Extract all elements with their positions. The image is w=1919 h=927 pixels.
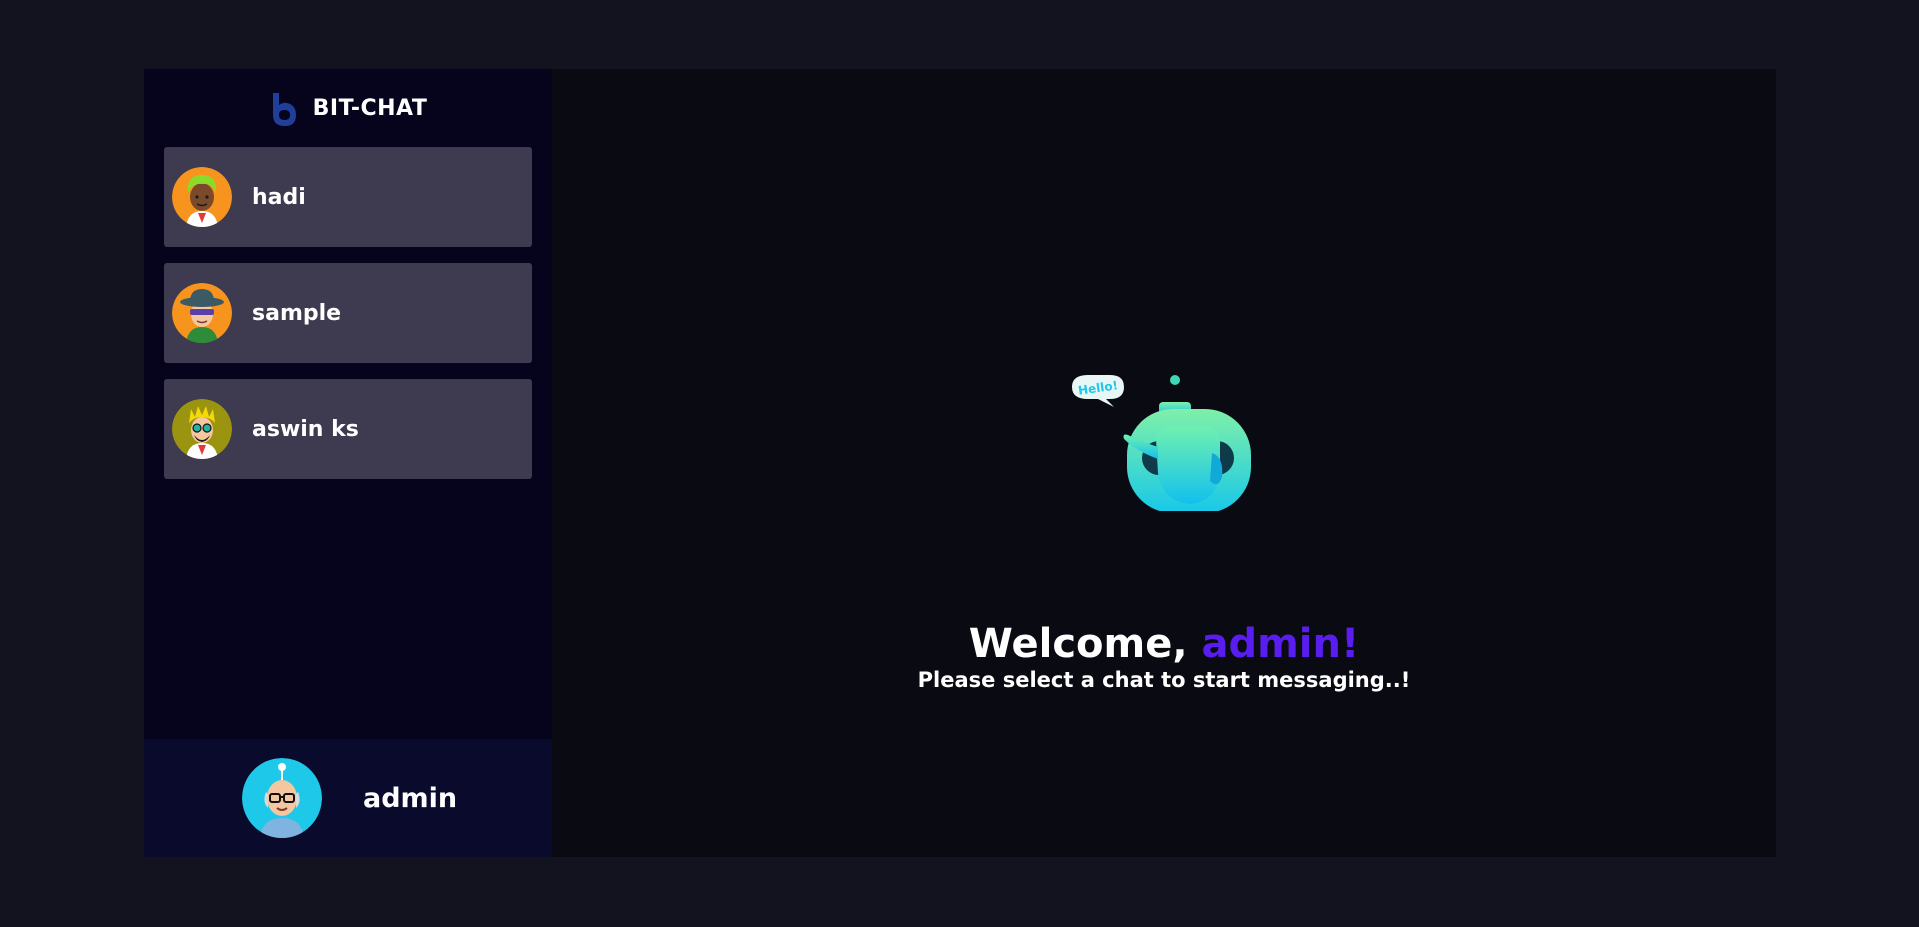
welcome-message: Welcome, admin! Please select a chat to … — [552, 622, 1776, 692]
avatar-bald-glasses-icon — [242, 758, 322, 838]
chat-item-name: hadi — [252, 184, 306, 210]
chat-item-sample[interactable]: sample — [164, 263, 532, 363]
welcome-subtitle: Please select a chat to start messaging.… — [917, 668, 1411, 692]
brand-name: BIT-CHAT — [312, 95, 428, 121]
sidebar: BIT-CHAT hadi sample aswin ks admin — [144, 69, 552, 857]
robot-body-layer: Hello! — [1042, 301, 1262, 511]
chat-item-name: sample — [252, 300, 342, 326]
chat-list: hadi sample aswin ks — [144, 147, 552, 479]
current-user-name: admin — [363, 782, 458, 814]
avatar-hat-sunglasses-icon — [172, 283, 232, 343]
current-user-panel[interactable]: admin — [144, 739, 552, 857]
welcome-title: Welcome, admin! — [552, 622, 1776, 666]
avatar-yellow-hair-glasses-icon — [172, 399, 232, 459]
avatar-green-hair-icon — [172, 167, 232, 227]
welcome-greeting: Welcome, — [968, 621, 1202, 667]
bit-chat-logo-icon — [269, 91, 299, 129]
brand-header: BIT-CHAT — [144, 69, 552, 147]
main-panel: Hello! Welcome, admin! Please select a c… — [552, 69, 1776, 857]
welcome-user-name: admin! — [1201, 621, 1360, 667]
chat-app: BIT-CHAT hadi sample aswin ks admin Hell… — [144, 69, 1776, 857]
chat-item-hadi[interactable]: hadi — [164, 147, 532, 247]
chat-item-aswin-ks[interactable]: aswin ks — [164, 379, 532, 479]
chat-item-name: aswin ks — [252, 416, 359, 442]
